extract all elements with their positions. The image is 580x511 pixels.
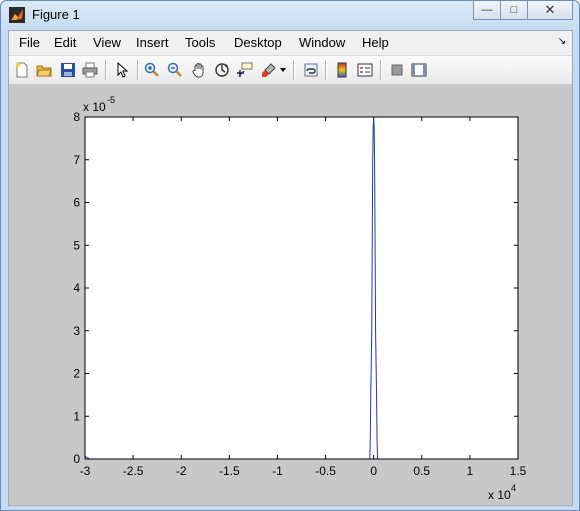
link-plot-button[interactable] — [302, 61, 320, 79]
x-tick-label: -2 — [176, 464, 187, 478]
hide-plot-tools-button[interactable] — [388, 61, 406, 79]
pan-hand-icon — [192, 63, 204, 78]
x-exponent-value: 4 — [511, 483, 516, 493]
toolbar-separator — [105, 60, 107, 80]
data-cursor-button[interactable] — [236, 61, 254, 79]
save-icon — [61, 63, 75, 77]
minimize-icon: — — [481, 4, 493, 16]
menu-bar: File Edit View Insert Tools Desktop Wind… — [9, 31, 572, 55]
zoom-out-icon — [167, 62, 182, 77]
axes-background[interactable] — [85, 117, 518, 459]
zoom-out-button[interactable] — [166, 61, 184, 79]
menu-view[interactable]: View — [93, 35, 121, 50]
y-tick-label: 8 — [73, 110, 80, 124]
y-exponent-label: x 10 — [83, 100, 106, 114]
title-bar[interactable]: Figure 1 — □ ✕ — [1, 1, 579, 29]
toolbar-separator — [137, 60, 139, 80]
show-plot-tools-icon — [411, 63, 427, 77]
chevron-down-icon — [280, 68, 286, 72]
y-tick-label: 6 — [73, 196, 80, 210]
open-file-icon — [36, 65, 52, 77]
new-figure-icon — [15, 62, 28, 78]
menu-edit[interactable]: Edit — [54, 35, 76, 50]
menu-insert[interactable]: Insert — [136, 35, 169, 50]
insert-colorbar-button[interactable] — [333, 61, 351, 79]
line-plot[interactable]: -3 -2.5 -2 -1.5 -1 -0.5 0 0.5 1 1.5 0 1 2 3 4 5 6 7 8 x 10… — [9, 85, 572, 505]
rotate-3d-button[interactable] — [213, 61, 231, 79]
maximize-icon: □ — [510, 4, 518, 16]
x-tick-label: -1 — [272, 464, 283, 478]
brush-button[interactable] — [260, 61, 278, 79]
pan-button[interactable] — [190, 61, 208, 79]
y-tick-label: 1 — [73, 409, 80, 423]
dock-arrow-icon[interactable]: ↘ — [558, 36, 566, 47]
matlab-app-icon — [9, 7, 25, 23]
maximize-button[interactable]: □ — [500, 1, 528, 20]
y-tick-label: 3 — [73, 324, 80, 338]
edit-plot-button[interactable] — [113, 61, 131, 79]
toolbar-separator — [293, 60, 295, 80]
toolbar-separator — [325, 60, 327, 80]
menu-file[interactable]: File — [19, 35, 40, 50]
open-file-button[interactable] — [35, 61, 53, 79]
menu-desktop[interactable]: Desktop — [234, 35, 282, 50]
brush-icon — [262, 63, 276, 77]
close-button[interactable]: ✕ — [527, 1, 573, 20]
show-plot-tools-button[interactable] — [410, 61, 428, 79]
y-tick-label: 4 — [73, 281, 80, 295]
figure-client-area: File Edit View Insert Tools Desktop Wind… — [8, 30, 573, 506]
x-tick-label: -3 — [80, 464, 91, 478]
x-tick-label: 1 — [467, 464, 474, 478]
y-tick-label: 5 — [73, 238, 80, 252]
print-button[interactable] — [81, 61, 99, 79]
menu-tools[interactable]: Tools — [185, 35, 215, 50]
window-title: Figure 1 — [32, 7, 80, 22]
figure-window: Figure 1 — □ ✕ File Edit View Insert Too… — [0, 0, 580, 511]
rotate-3d-icon — [215, 63, 229, 77]
figure-canvas: -3 -2.5 -2 -1.5 -1 -0.5 0 0.5 1 1.5 0 1 2 3 4 5 6 7 8 x 10… — [9, 85, 572, 505]
x-tick-label: -0.5 — [315, 464, 336, 478]
x-tick-label: 1.5 — [510, 464, 527, 478]
minimize-button[interactable]: — — [473, 1, 501, 20]
y-tick-label: 2 — [73, 367, 80, 381]
save-button[interactable] — [59, 61, 77, 79]
insert-legend-button[interactable] — [356, 61, 374, 79]
brush-dropdown[interactable] — [279, 61, 287, 79]
menu-window[interactable]: Window — [299, 35, 345, 50]
new-figure-button[interactable] — [13, 61, 31, 79]
menu-help[interactable]: Help — [362, 35, 389, 50]
colorbar-icon — [337, 62, 347, 78]
toolbar-separator — [380, 60, 382, 80]
x-exponent-label: x 10 — [488, 488, 511, 502]
link-plot-icon — [304, 63, 318, 77]
zoom-in-button[interactable] — [143, 61, 161, 79]
close-icon: ✕ — [544, 2, 556, 17]
print-icon — [82, 62, 98, 78]
x-tick-label: -1.5 — [219, 464, 240, 478]
y-tick-label: 7 — [73, 153, 80, 167]
select-arrow-icon — [117, 62, 129, 78]
data-cursor-icon — [237, 62, 253, 77]
figure-toolbar — [9, 55, 572, 85]
y-tick-label: 0 — [73, 452, 80, 466]
x-tick-label: 0 — [370, 464, 377, 478]
y-exponent-value: -5 — [107, 95, 115, 105]
legend-icon — [357, 63, 373, 77]
zoom-in-icon — [144, 62, 159, 77]
x-tick-label: 0.5 — [413, 464, 430, 478]
x-tick-label: -2.5 — [123, 464, 144, 478]
hide-plot-tools-icon — [391, 64, 403, 76]
